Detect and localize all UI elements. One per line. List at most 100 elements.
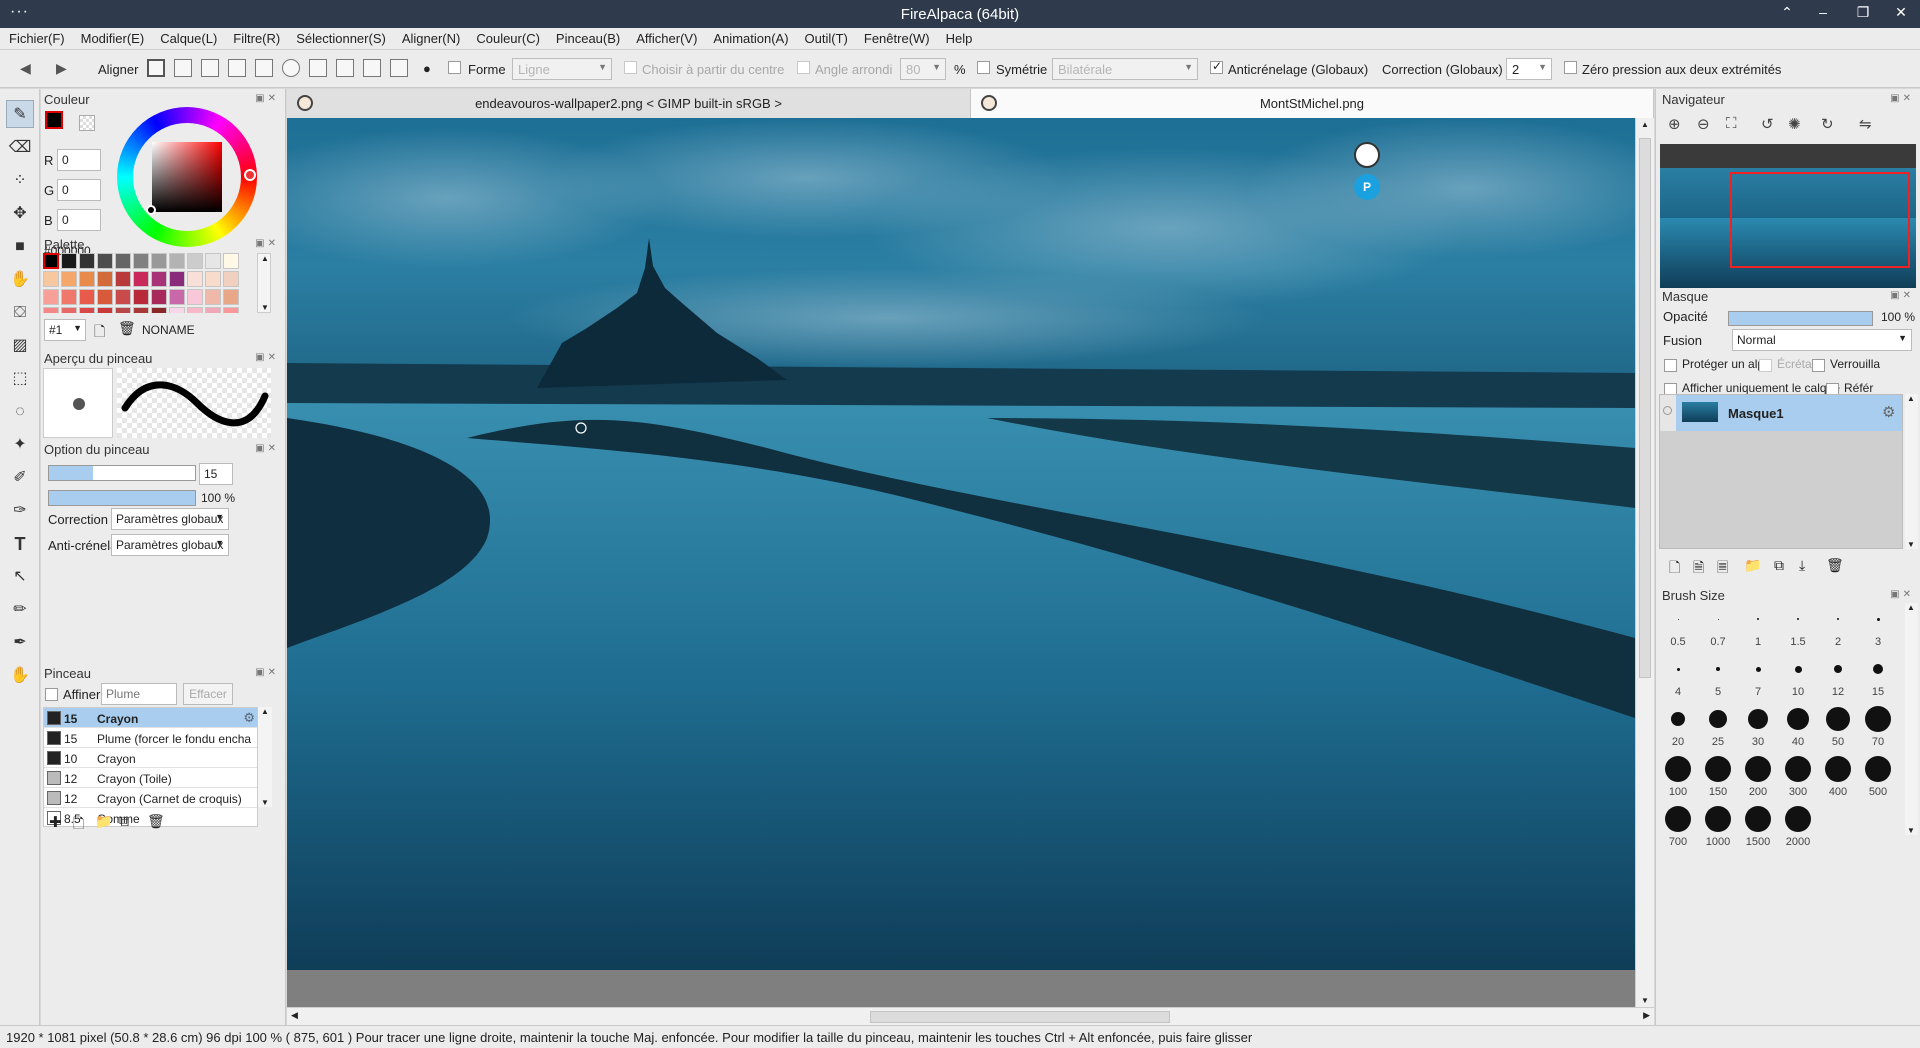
angle-arrondi-checkbox[interactable] [797,61,810,74]
brush-size-option[interactable]: 2 [1819,603,1857,651]
size-input[interactable]: 15 [199,463,233,485]
snap-cross-icon[interactable] [201,59,219,77]
canvas-hscroll[interactable]: ◀ ▶ [287,1007,1654,1025]
palette-swatch[interactable] [43,253,59,269]
menu-modifier[interactable]: Modifier(E) [72,28,152,46]
fusion-select[interactable]: Normal ▼ [1732,329,1912,351]
menu-afficher[interactable]: Afficher(V) [627,28,704,46]
fill-rect-tool-icon[interactable]: ■ [6,233,34,261]
new-brush-icon[interactable]: 🗋 [73,813,84,837]
new-layer-icon[interactable]: 🗋 [1669,557,1680,581]
palette-swatch[interactable] [205,307,221,313]
duplicate-layer-icon[interactable]: ⧉ [1774,557,1784,574]
menu-fichier[interactable]: Fichier(F) [0,28,72,46]
sv-handle[interactable] [146,205,156,215]
saturation-value-square[interactable] [152,142,222,212]
palette-swatch[interactable] [97,253,113,269]
brush-size-option[interactable]: 3 [1859,603,1897,651]
g-input[interactable]: 0 [57,179,101,201]
canvas-vscroll[interactable]: ▲ ▼ [1635,118,1654,1007]
palette-swatch[interactable] [187,271,203,287]
palette-swatch[interactable] [133,253,149,269]
proteger-checkbox[interactable] [1664,359,1677,372]
brush-size-option[interactable]: 5 [1699,653,1737,701]
layer-settings-icon[interactable]: ⚙ [1882,403,1895,421]
brush-size-option[interactable]: 2000 [1779,803,1817,851]
minimize-icon[interactable]: – [1808,4,1838,20]
r-input[interactable]: 0 [57,149,101,171]
palette-swatch[interactable] [97,289,113,305]
paint-icon[interactable]: P [1354,174,1380,200]
brush-size-option[interactable]: 700 [1659,803,1697,851]
brush-size-option[interactable]: 7 [1739,653,1777,701]
palette-swatch[interactable] [133,307,149,313]
brush-list-item[interactable]: 12 Crayon (Carnet de croquis) [44,788,257,808]
palette-swatch[interactable] [115,289,131,305]
new-8bit-layer-icon[interactable]: 🗎 [1693,557,1704,581]
palette-swatch[interactable] [133,271,149,287]
verrouilla-checkbox[interactable] [1812,359,1825,372]
hue-handle[interactable] [244,169,256,181]
select-pen-tool-icon[interactable]: ✐ [6,464,34,492]
brush-size-option[interactable]: 0.5 [1659,603,1697,651]
snap-circle-icon[interactable] [282,59,300,77]
menu-outil[interactable]: Outil(T) [796,28,855,46]
palette-swatch[interactable] [151,253,167,269]
effacer-button[interactable]: Effacer [183,683,233,705]
primary-color-swatch[interactable] [45,111,63,129]
brush-size-option[interactable]: 500 [1859,753,1897,801]
brush-size-panel-buttons[interactable]: ▣✕ [1890,589,1914,600]
document-canvas[interactable]: P [287,118,1635,970]
undo-icon[interactable]: ◀ [20,60,31,77]
snap-radial-icon[interactable] [255,59,273,77]
palette-swatch[interactable] [169,271,185,287]
brush-list-item[interactable]: 12 Crayon (Toile) [44,768,257,788]
palette-swatch[interactable] [43,307,59,313]
masque-panel-buttons[interactable]: ▣✕ [1890,290,1914,301]
brush-size-option[interactable]: 20 [1659,703,1697,751]
palette-swatch[interactable] [223,289,239,305]
restore-icon[interactable]: ❐ [1848,4,1878,21]
palette-swatch[interactable] [115,307,131,313]
snap-perspective-icon[interactable] [390,59,408,77]
redo-icon[interactable]: ▶ [56,60,67,77]
snap-3d-icon[interactable] [336,59,354,77]
brush-size-option[interactable]: 50 [1819,703,1857,751]
brush-list-scrollbar[interactable]: ▲ ▼ [258,707,272,807]
operation-tool-icon[interactable]: ↖ [6,563,34,591]
menu-calque[interactable]: Calque(L) [151,28,224,46]
alpaca-icon[interactable] [1354,142,1380,168]
brush-size-option[interactable]: 12 [1819,653,1857,701]
menu-fenetre[interactable]: Fenêtre(W) [855,28,937,46]
color-wheel[interactable] [117,107,257,247]
brush-size-option[interactable]: 1 [1739,603,1777,651]
anticrenelage-checkbox[interactable] [1210,59,1223,74]
brush-size-option[interactable]: 30 [1739,703,1777,751]
snap-off-icon[interactable] [147,59,165,77]
snap-dot-icon[interactable]: ● [423,61,431,76]
merge-down-icon[interactable]: ⤓ [1799,557,1805,574]
size-slider[interactable] [48,465,196,481]
palette-swatch[interactable] [43,271,59,287]
palette-swatch[interactable] [97,271,113,287]
palette-panel-buttons[interactable]: ▣✕ [255,238,279,249]
palette-swatch[interactable] [151,271,167,287]
palette-swatch[interactable] [205,253,221,269]
palette-swatch[interactable] [61,289,77,305]
plume-input[interactable] [101,683,177,705]
anticrenelage-select[interactable]: Paramètres globaux ▼ [111,534,229,556]
b-input[interactable]: 0 [57,209,101,231]
forme-checkbox[interactable] [448,61,461,74]
magic-wand-tool-icon[interactable]: ✦ [6,431,34,459]
tab-montstmichel[interactable]: MontStMichel.png [971,89,1654,118]
brush-size-option[interactable]: 15 [1859,653,1897,701]
delete-brush-icon[interactable]: 🗑 [147,813,165,830]
eraser-tool-icon[interactable]: ⌫ [6,134,34,162]
palette-swatch[interactable] [79,271,95,287]
new-palette-icon[interactable]: 🗋 [94,321,105,345]
palette-swatch[interactable] [169,307,185,313]
brush-size-option[interactable]: 300 [1779,753,1817,801]
palette-swatch[interactable] [61,307,77,313]
symetrie-checkbox[interactable] [977,61,990,74]
palette-swatch[interactable] [79,307,95,313]
